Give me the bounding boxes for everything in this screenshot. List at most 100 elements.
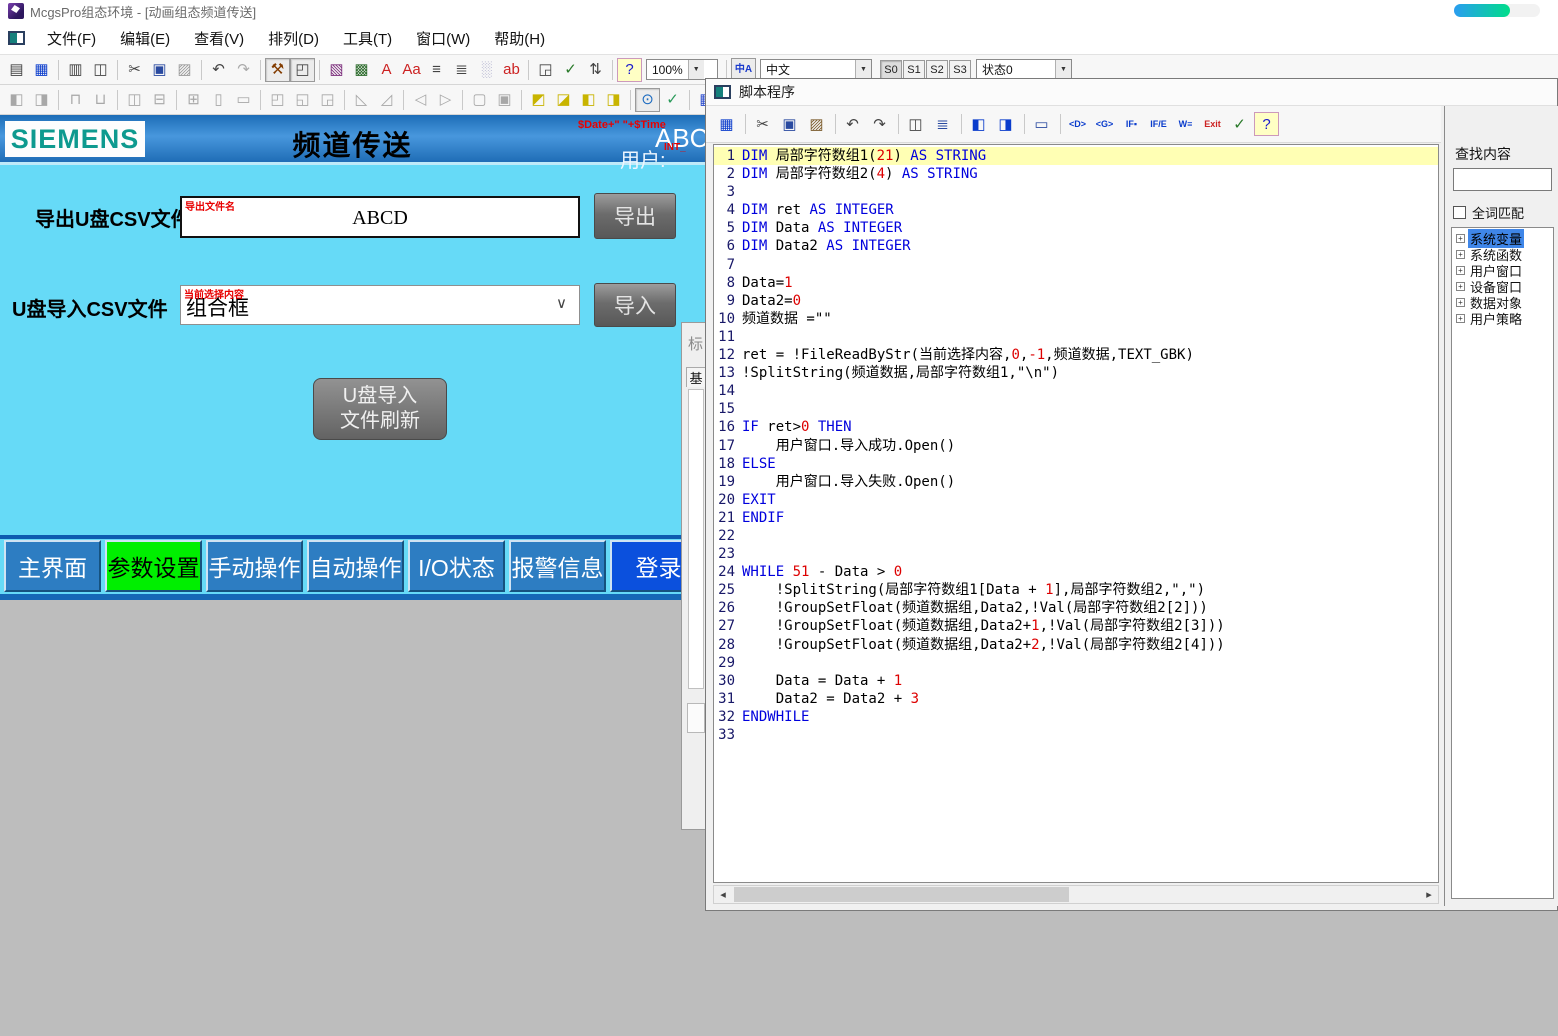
text-label-icon[interactable]: ab (499, 58, 524, 82)
print-preview-icon[interactable]: ◫ (88, 58, 113, 82)
if-else-icon[interactable]: IF/E (1146, 112, 1171, 136)
code-line-29[interactable]: 29 (714, 654, 1438, 672)
redo-icon[interactable]: ↷ (867, 112, 892, 136)
align-left-icon[interactable]: ◧ (4, 88, 29, 112)
comment-icon[interactable]: ▭ (1029, 112, 1054, 136)
copy-icon[interactable]: ▣ (777, 112, 802, 136)
space-vertical-icon[interactable]: ◲ (315, 88, 340, 112)
center-horizontal-icon[interactable]: ⊟ (147, 88, 172, 112)
space-horizontal-icon[interactable]: ◱ (290, 88, 315, 112)
horizontal-scrollbar[interactable]: ◂ ▸ (713, 885, 1439, 904)
code-line-3[interactable]: 3 (714, 183, 1438, 201)
center-vertical-icon[interactable]: ◫ (122, 88, 147, 112)
property-icon[interactable]: ◲ (533, 58, 558, 82)
align-paragraph-icon[interactable]: ≣ (449, 58, 474, 82)
toolbox-icon[interactable]: ⚒ (265, 58, 290, 82)
code-line-23[interactable]: 23 (714, 545, 1438, 563)
new-window-icon[interactable]: ▤ (4, 58, 29, 82)
background-dialog-tab[interactable]: 基 (686, 367, 706, 387)
menu-item-3[interactable]: 排列(D) (256, 27, 331, 52)
grid-show-icon[interactable]: ░ (474, 58, 499, 82)
scroll-left-icon[interactable]: ◂ (714, 886, 732, 903)
print-icon[interactable]: ▥ (63, 58, 88, 82)
nav-button-参数设置[interactable]: 参数设置 (105, 540, 202, 592)
code-line-20[interactable]: 20EXIT (714, 491, 1438, 509)
code-line-8[interactable]: 8Data=1 (714, 274, 1438, 292)
exit-icon[interactable]: Exit (1200, 112, 1225, 136)
align-top-icon[interactable]: ⊓ (63, 88, 88, 112)
tree-expand-icon[interactable]: + (1456, 234, 1465, 243)
flip-vertical-icon[interactable]: ▷ (433, 88, 458, 112)
import-button[interactable]: 导入 (594, 283, 676, 327)
code-line-12[interactable]: 12ret = !FileReadByStr(当前选择内容,0,-1,频道数据,… (714, 346, 1438, 364)
bring-forward-icon[interactable]: ◧ (576, 88, 601, 112)
export-button[interactable]: 导出 (594, 193, 676, 239)
help-icon[interactable]: ? (617, 58, 642, 82)
redo-icon[interactable]: ↷ (231, 58, 256, 82)
state-button-s3[interactable]: S3 (949, 60, 971, 79)
code-line-16[interactable]: 16IF ret>0 THEN (714, 418, 1438, 436)
code-line-32[interactable]: 32ENDWHILE (714, 708, 1438, 726)
code-line-26[interactable]: 26 !GroupSetFloat(频道数据组,Data2,!Val(局部字符数… (714, 599, 1438, 617)
ungroup-icon[interactable]: ▣ (492, 88, 517, 112)
tree-expand-icon[interactable]: + (1456, 298, 1465, 307)
code-line-14[interactable]: 14 (714, 382, 1438, 400)
save-icon[interactable]: ▦ (714, 112, 739, 136)
code-line-19[interactable]: 19 用户窗口.导入失败.Open() (714, 473, 1438, 491)
window-control-pill[interactable] (1454, 4, 1540, 17)
align-text-icon[interactable]: ≡ (424, 58, 449, 82)
menu-item-4[interactable]: 工具(T) (331, 27, 404, 52)
same-width-icon[interactable]: ▭ (231, 88, 256, 112)
space-equal-icon[interactable]: ◰ (265, 88, 290, 112)
whole-word-checkbox[interactable]: 全词匹配 (1453, 203, 1524, 222)
checkbox-icon[interactable] (1453, 206, 1466, 219)
user-window-icon[interactable]: ▩ (349, 58, 374, 82)
same-size-icon[interactable]: ⊞ (181, 88, 206, 112)
code-line-22[interactable]: 22 (714, 527, 1438, 545)
undo-icon[interactable]: ↶ (206, 58, 231, 82)
send-to-back-icon[interactable]: ◪ (551, 88, 576, 112)
import-script-icon[interactable]: ◨ (993, 112, 1018, 136)
code-line-33[interactable]: 33 (714, 726, 1438, 744)
fill-color-icon[interactable]: ✓ (660, 88, 685, 112)
save-icon[interactable]: ▦ (29, 58, 54, 82)
code-line-17[interactable]: 17 用户窗口.导入成功.Open() (714, 437, 1438, 455)
send-backward-icon[interactable]: ◨ (601, 88, 626, 112)
tree-expand-icon[interactable]: + (1456, 250, 1465, 259)
scroll-right-icon[interactable]: ▸ (1420, 886, 1438, 903)
code-line-11[interactable]: 11 (714, 328, 1438, 346)
menu-item-2[interactable]: 查看(V) (182, 27, 256, 52)
state-button-s1[interactable]: S1 (903, 60, 925, 79)
cut-icon[interactable]: ✂ (750, 112, 775, 136)
insert-d-tag-icon[interactable]: <D> (1065, 112, 1090, 136)
menu-item-1[interactable]: 编辑(E) (108, 27, 182, 52)
scrollbar-thumb[interactable] (734, 887, 1069, 902)
language-combo[interactable]: 中文 ▼ (760, 59, 872, 80)
menu-item-5[interactable]: 窗口(W) (404, 27, 482, 52)
design-canvas[interactable]: SIEMENS 频道传送 $Date+" "+$Time ABC 用户: INT… (0, 115, 705, 600)
syntax-check-icon[interactable]: ✓ (558, 58, 583, 82)
bring-to-front-icon[interactable]: ◩ (526, 88, 551, 112)
code-line-28[interactable]: 28 !GroupSetFloat(频道数据组,Data2+2,!Val(局部字… (714, 636, 1438, 654)
same-height-icon[interactable]: ▯ (206, 88, 231, 112)
group-icon[interactable]: ▢ (467, 88, 492, 112)
code-line-18[interactable]: 18ELSE (714, 455, 1438, 473)
code-line-6[interactable]: 6DIM Data2 AS INTEGER (714, 237, 1438, 255)
nav-button-手动操作[interactable]: 手动操作 (206, 540, 303, 592)
lock-icon[interactable]: ⊙ (635, 88, 660, 112)
nav-button-I/O状态[interactable]: I/O状态 (408, 540, 505, 592)
rotate-right-icon[interactable]: ◿ (374, 88, 399, 112)
syntax-check-icon[interactable]: ✓ (1227, 112, 1252, 136)
tree-expand-icon[interactable]: + (1456, 314, 1465, 323)
align-bottom-icon[interactable]: ⊔ (88, 88, 113, 112)
code-line-10[interactable]: 10频道数据 ="" (714, 310, 1438, 328)
export-script-icon[interactable]: ◧ (966, 112, 991, 136)
code-line-2[interactable]: 2DIM 局部字符数组2(4) AS STRING (714, 165, 1438, 183)
font-icon[interactable]: Aa (399, 58, 424, 82)
tree-expand-icon[interactable]: + (1456, 266, 1465, 275)
import-file-combo[interactable]: 当前选择内容 组合框 ∨ (180, 285, 580, 325)
nav-button-报警信息[interactable]: 报警信息 (509, 540, 606, 592)
cut-icon[interactable]: ✂ (122, 58, 147, 82)
menu-item-0[interactable]: 文件(F) (35, 27, 108, 52)
code-line-15[interactable]: 15 (714, 400, 1438, 418)
